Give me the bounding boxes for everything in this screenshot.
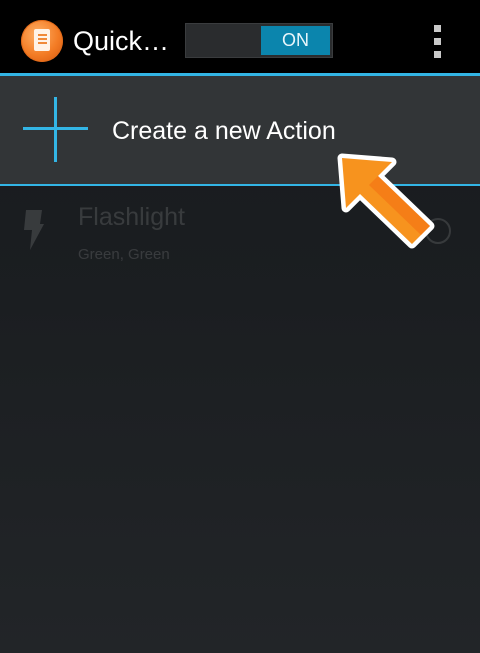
- toggle-on-label: ON: [261, 26, 330, 55]
- action-bar: Quick… ON: [0, 0, 480, 73]
- document-icon: [34, 29, 50, 51]
- app-icon[interactable]: [21, 20, 63, 62]
- plus-icon: [23, 97, 88, 162]
- overflow-menu-icon[interactable]: [430, 24, 446, 60]
- app-title[interactable]: Quick…: [73, 25, 169, 57]
- create-action-label: Create a new Action: [112, 117, 336, 145]
- app-screen: Quick… ON Create a new Action Flashlight…: [0, 0, 480, 653]
- enable-toggle[interactable]: ON: [185, 23, 333, 58]
- flashlight-icon: [24, 210, 44, 250]
- arrow-pointer-icon: [337, 153, 435, 249]
- item-title: Flashlight: [78, 203, 185, 231]
- item-subtitle: Green, Green: [78, 246, 170, 263]
